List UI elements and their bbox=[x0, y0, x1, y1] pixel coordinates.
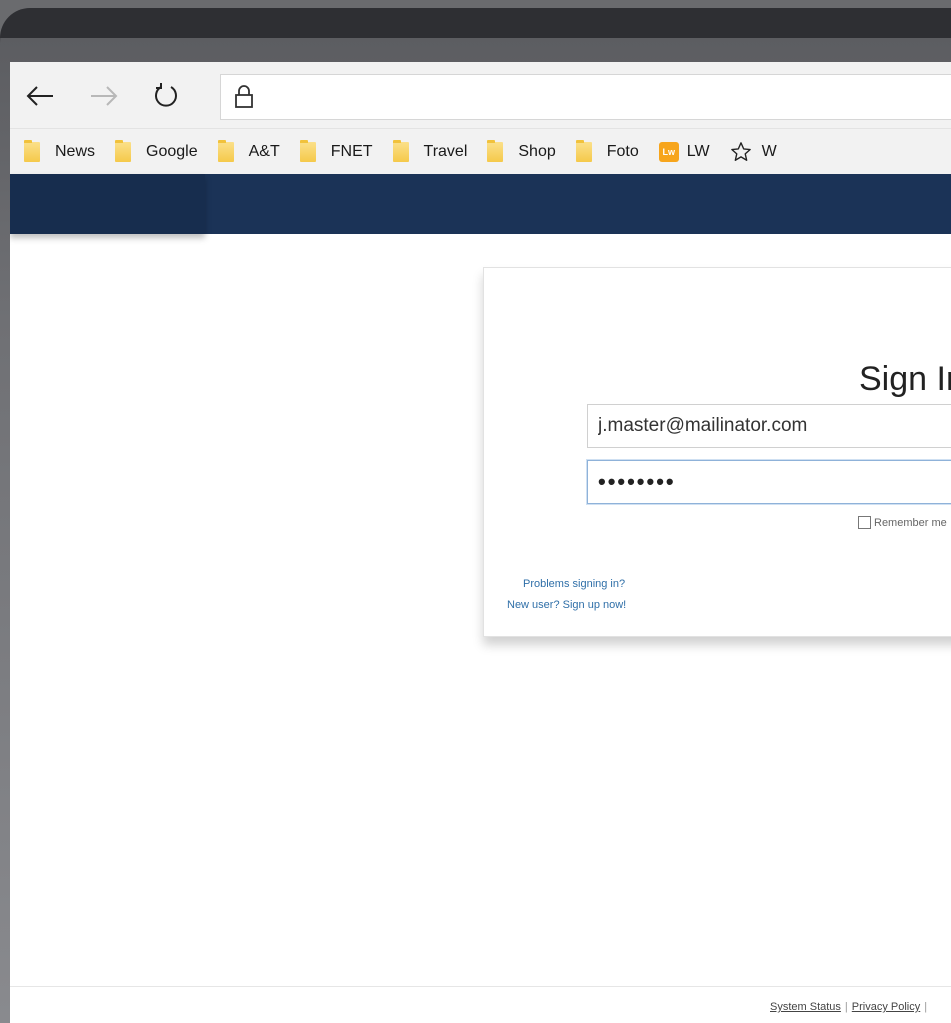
address-bar[interactable] bbox=[220, 74, 951, 120]
bookmark-label: Foto bbox=[606, 142, 639, 160]
bookmark-shop[interactable]: Shop bbox=[487, 139, 556, 162]
folder-icon bbox=[217, 139, 234, 162]
browser-nav-bar bbox=[10, 62, 951, 128]
lw-icon: Lw bbox=[658, 141, 679, 162]
bookmark-news[interactable]: News bbox=[24, 139, 96, 162]
signin-title: Sign In bbox=[859, 360, 951, 398]
remember-me[interactable]: Remember me bbox=[858, 516, 947, 529]
refresh-icon bbox=[155, 83, 177, 107]
bookmark-w[interactable]: W bbox=[730, 141, 777, 163]
remember-me-label: Remember me bbox=[874, 516, 947, 529]
site-footer: System Status | Privacy Policy | bbox=[10, 986, 951, 1023]
refresh-button[interactable] bbox=[146, 76, 186, 116]
footer-links: System Status | Privacy Policy | bbox=[770, 1001, 931, 1013]
forward-arrow-icon bbox=[91, 86, 118, 106]
bookmark-label: W bbox=[761, 142, 777, 160]
footer-separator: | bbox=[844, 1001, 848, 1013]
star-icon bbox=[730, 141, 752, 163]
bookmark-lw[interactable]: Lw LW bbox=[658, 141, 710, 162]
folder-icon bbox=[392, 139, 409, 162]
new-user-signup-link[interactable]: New user? Sign up now! bbox=[507, 599, 626, 611]
remember-me-checkbox[interactable] bbox=[858, 516, 871, 529]
bookmark-label: Google bbox=[146, 142, 198, 160]
bookmark-google[interactable]: Google bbox=[115, 139, 198, 162]
signin-card: Sign In •••••••• Remember me Problems si… bbox=[483, 267, 951, 637]
lock-icon bbox=[233, 85, 255, 114]
bookmark-foto[interactable]: Foto bbox=[575, 139, 639, 162]
bookmark-label: FNET bbox=[330, 142, 373, 160]
bookmark-travel[interactable]: Travel bbox=[392, 139, 468, 162]
bookmark-label: Travel bbox=[423, 142, 468, 160]
system-status-link[interactable]: System Status bbox=[770, 1001, 841, 1013]
footer-separator: | bbox=[924, 1001, 928, 1013]
forward-button[interactable] bbox=[84, 76, 124, 116]
bookmarks-bar: News Google A&T FNET Travel Shop Foto Lw bbox=[10, 128, 951, 174]
bookmark-label: Shop bbox=[518, 142, 556, 160]
bookmark-label: LW bbox=[686, 142, 710, 160]
folder-icon bbox=[115, 139, 132, 162]
bezel-top-edge bbox=[0, 8, 951, 38]
header-logo-area bbox=[10, 174, 205, 234]
back-arrow-icon bbox=[26, 86, 53, 106]
privacy-policy-link[interactable]: Privacy Policy bbox=[852, 1001, 920, 1013]
folder-icon bbox=[575, 139, 592, 162]
site-header-bar bbox=[10, 174, 951, 234]
bookmark-label: News bbox=[55, 142, 96, 160]
bookmark-fnet[interactable]: FNET bbox=[299, 139, 373, 162]
bookmark-label: A&T bbox=[248, 142, 280, 160]
folder-icon bbox=[24, 139, 40, 162]
folder-icon bbox=[299, 139, 316, 162]
back-button[interactable] bbox=[20, 76, 60, 116]
problems-signing-in-link[interactable]: Problems signing in? bbox=[523, 578, 625, 590]
bookmark-at[interactable]: A&T bbox=[217, 139, 280, 162]
password-field[interactable]: •••••••• bbox=[587, 460, 951, 504]
browser-window: News Google A&T FNET Travel Shop Foto Lw bbox=[10, 62, 951, 1023]
email-field[interactable] bbox=[587, 404, 951, 448]
folder-icon bbox=[487, 139, 504, 162]
